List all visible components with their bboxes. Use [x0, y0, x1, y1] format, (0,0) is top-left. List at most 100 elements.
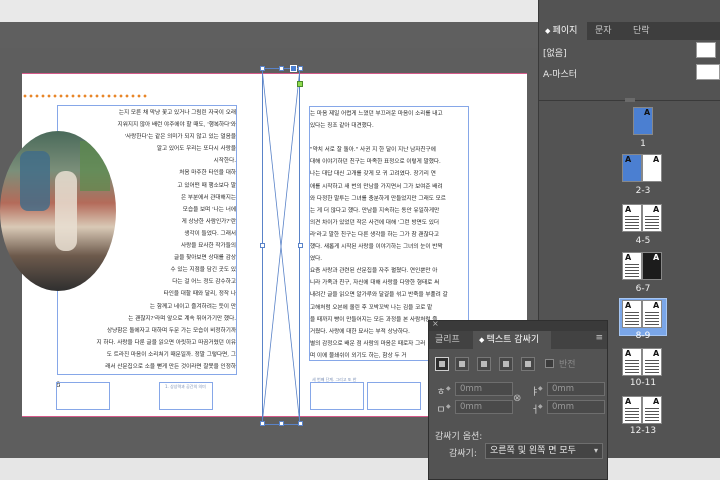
resize-handle[interactable]: [298, 243, 303, 248]
resize-handle[interactable]: [298, 66, 303, 71]
panel-menu-icon[interactable]: ≡: [595, 333, 603, 343]
tab-paragraph[interactable]: 단락: [627, 22, 663, 40]
text-line: 니라 가족과 친구, 자신에 대해 사랑을 다양한 형태로 써: [310, 280, 440, 287]
resize-handle[interactable]: [298, 421, 303, 426]
status-bar: [0, 458, 720, 480]
wrap-bounding-box-button[interactable]: [455, 357, 469, 371]
page-thumb-10[interactable]: A: [622, 348, 642, 376]
text-lines: [645, 360, 659, 373]
selected-empty-frame[interactable]: [262, 68, 300, 425]
resize-handle[interactable]: [279, 421, 284, 426]
bottom-offset-field[interactable]: ◆ 0mm: [446, 400, 513, 414]
text-lines: [625, 360, 639, 373]
wrap-object-shape-button[interactable]: [477, 357, 491, 371]
photo-detail: [20, 151, 50, 211]
text-line: 게 상냥한 사람인가?'란: [181, 218, 236, 225]
tab-pages[interactable]: ◆ 페이지: [539, 22, 587, 40]
page-thumb-4[interactable]: A: [622, 204, 642, 232]
left-offset-field[interactable]: ◆ 0mm: [538, 382, 605, 396]
a-master-label[interactable]: A-마스터: [543, 67, 577, 80]
text-line: 였다.: [310, 256, 323, 263]
resize-handle[interactable]: [260, 243, 265, 248]
page-thumb-7[interactable]: A: [642, 252, 662, 280]
stepper-icon[interactable]: ◆: [538, 401, 543, 413]
tab-character[interactable]: 문자: [589, 22, 625, 40]
bottom-offset-value: 0mm: [460, 402, 482, 412]
left-body-text: 는지 모른 채 막냥 꽃고 있거나 그림린 자국이 오래 지워지지 않아 배런 야…: [58, 107, 236, 373]
tab-text-wrap[interactable]: ◆ 텍스트 감싸기: [473, 331, 551, 349]
wrap-to-label: 감싸기:: [449, 449, 477, 459]
page-thumb-9[interactable]: A: [642, 300, 662, 328]
text-line: 고 있어떤 때 행소보다 말: [177, 182, 236, 189]
spread-label-8-9: 8-9: [635, 331, 651, 341]
panel-header[interactable]: ×: [429, 319, 607, 331]
master-letter: A: [644, 108, 651, 117]
resize-handle[interactable]: [279, 66, 284, 71]
text-line: 의견 차이가 있었던 작은 사건에 대해 '그런 방면도 있더: [310, 219, 439, 226]
master-letter: A: [653, 253, 660, 262]
text-lines: [625, 216, 639, 229]
text-line: 타인을 대할 때와 달리, 정작 나: [163, 291, 236, 298]
link-icon[interactable]: ⊗: [513, 393, 521, 404]
page-thumb-13[interactable]: A: [642, 396, 662, 424]
page-thumb-11[interactable]: A: [642, 348, 662, 376]
master-letter: A: [653, 155, 660, 164]
invert-checkbox[interactable]: [545, 359, 554, 368]
text-lines: [625, 312, 639, 325]
none-master-thumbnail[interactable]: [696, 42, 716, 58]
top-offset-field[interactable]: ◆ 0mm: [446, 382, 513, 396]
text-line: 고해처럼 오븐에 올린 후 꼬박꼬박 나는 김을 코로 맡: [310, 304, 433, 311]
master-letter: A: [625, 301, 632, 310]
no-wrap-button[interactable]: [435, 357, 449, 371]
footer-frame-left[interactable]: [310, 382, 364, 410]
jump-object-button[interactable]: [499, 357, 513, 371]
text-lines: [625, 408, 639, 421]
text-line: 래서 산문집으로 소을 뻗게 만든 것이라면 잘못을 인정하: [105, 363, 236, 370]
footer-frame-right[interactable]: [367, 382, 421, 410]
resize-handle[interactable]: [260, 66, 265, 71]
divider-handle-icon[interactable]: [625, 98, 635, 102]
page-thumb-1[interactable]: A: [633, 107, 653, 135]
right-offset-field[interactable]: ◆ 0mm: [538, 400, 605, 414]
text-line: 알고 있어도 우리는 또다시 사랑을: [156, 146, 236, 153]
left-offset-value: 0mm: [552, 384, 574, 394]
left-page[interactable]: 는지 모른 채 막냥 꽃고 있거나 그림린 자국이 오래 지워지지 않아 배런 야…: [0, 73, 284, 417]
tab-glyphs[interactable]: 글리프: [429, 331, 473, 349]
running-footer-right: 세 번째 단계. 그리고 또 한: [312, 377, 357, 382]
page-thumb-5[interactable]: A: [642, 204, 662, 232]
wrap-panel-tab-bar: 글리프 ◆ 텍스트 감싸기: [429, 331, 607, 349]
text-line: 지 하다. 사랑을 다룬 글을 읽으면 아릿하고 따끔거렸던 이유: [96, 339, 236, 346]
chevron-icon: ◆: [545, 27, 553, 35]
text-line: [310, 132, 478, 144]
footer-frame-left[interactable]: [56, 382, 110, 410]
page-thumb-2[interactable]: A: [622, 154, 642, 182]
stepper-icon[interactable]: ◆: [446, 383, 451, 395]
a-master-thumbnail[interactable]: [696, 64, 720, 80]
wrap-to-select[interactable]: 오른쪽 및 왼쪽 면 모두 ▾: [485, 443, 603, 459]
stepper-icon[interactable]: ◆: [446, 401, 451, 413]
text-line: 대해 이야기하던 친구는 마족한 표정으로 이렇게 말했다.: [310, 159, 441, 166]
page-thumb-6[interactable]: A: [622, 252, 642, 280]
close-icon[interactable]: ×: [432, 319, 439, 328]
text-line: 했다. 새롭게 시작된 사랑을 이야기하는 그녀의 눈이 반짝: [310, 244, 443, 251]
text-line: 애를 시작하고 새 번의 만남을 가지면서 그가 보여준 배려: [310, 183, 443, 190]
orange-dotted-rule: [22, 94, 147, 98]
content-grabber-icon[interactable]: [290, 65, 297, 72]
right-offset-value: 0mm: [552, 402, 574, 412]
spread-label-2-3: 2-3: [635, 186, 651, 196]
none-master-label[interactable]: [없음]: [543, 46, 567, 59]
application-top-bar: [0, 0, 538, 22]
text-line: 상냥함은 돌에자고 대하며 두문 가는 모습이 비정하기까: [106, 327, 236, 334]
master-letter: A: [653, 205, 660, 214]
page-thumb-3[interactable]: A: [642, 154, 662, 182]
page-thumb-8[interactable]: A: [622, 300, 642, 328]
resize-handle[interactable]: [260, 421, 265, 426]
corner-options-icon[interactable]: [297, 81, 303, 87]
page-thumb-12[interactable]: A: [622, 396, 642, 424]
text-line: 시작한다.: [213, 158, 236, 165]
jump-next-column-button[interactable]: [521, 357, 535, 371]
stepper-icon[interactable]: ◆: [538, 383, 543, 395]
text-line: 도 트라진 마음이 소리쳐기 때문일까. 정말 그렇다면, 그: [106, 351, 236, 358]
text-line: "약치 서로 잘 돌아." 사귄 지 한 달이 지난 남자친구에: [310, 147, 436, 154]
text-line: 라'라고 말한 친구는 다른 생각을 하는 그가 참 괜찮다고: [310, 231, 439, 238]
